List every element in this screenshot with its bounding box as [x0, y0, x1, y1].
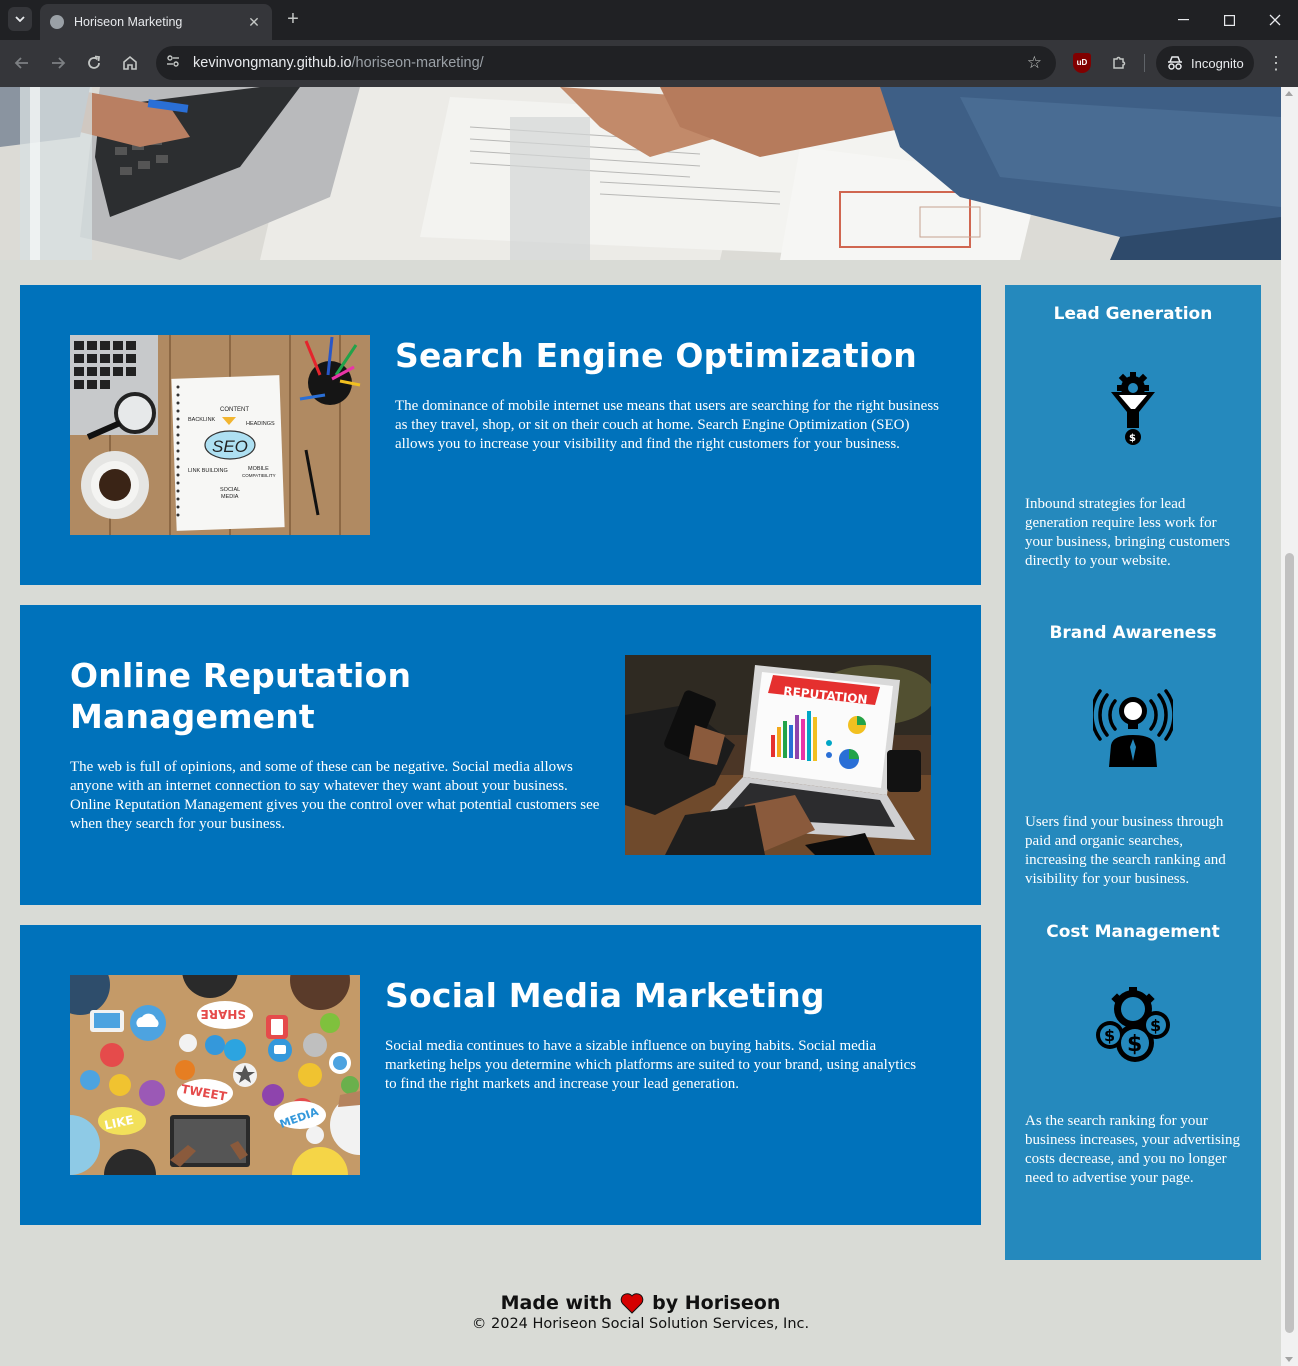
svg-text:$: $	[1129, 433, 1136, 444]
address-bar[interactable]: kevinvongmany.github.io/horiseon-marketi…	[156, 46, 1056, 80]
incognito-icon	[1168, 56, 1182, 70]
benefit-lead-generation-title: Lead Generation	[1053, 304, 1213, 324]
scroll-down-arrow-icon[interactable]	[1285, 1357, 1293, 1362]
seo-image-media-text: MEDIA	[221, 494, 239, 500]
seo-heading: Search Engine Optimization	[395, 336, 917, 375]
toolbar-separator	[1144, 54, 1145, 72]
page-footer: Made with by Horiseon © 2024 Horiseon So…	[0, 1292, 1281, 1332]
brand-awareness-icon	[1093, 689, 1173, 767]
reputation-heading: Online Reputation Management	[70, 656, 412, 736]
seo-image-compat-text: COMPATIBILITY	[242, 473, 276, 478]
seo-description: The dominance of mobile internet use mea…	[395, 398, 939, 452]
new-tab-button[interactable]: +	[282, 8, 304, 30]
cost-management-icon: $ $ $	[1096, 987, 1170, 1062]
svg-text:$: $	[1127, 1032, 1142, 1057]
seo-image-backlink-text: BACKLINK	[188, 417, 216, 423]
hero-image	[0, 87, 1281, 260]
maximize-icon	[1223, 14, 1235, 26]
seo-image-content-text: CONTENT	[220, 407, 249, 413]
browser-toolbar: kevinvongmany.github.io/horiseon-marketi…	[0, 40, 1298, 87]
service-card-seo: CONTENT BACKLINK HEADINGS SEO LINK BUILD…	[20, 285, 981, 585]
home-icon	[123, 55, 137, 70]
footer-made-with: Made with by Horiseon	[0, 1292, 1281, 1314]
incognito-label: Incognito	[1191, 55, 1244, 71]
footer-copyright: © 2024 Horiseon Social Solution Services…	[471, 1316, 810, 1332]
maximize-button[interactable]	[1206, 6, 1252, 34]
seo-image: CONTENT BACKLINK HEADINGS SEO LINK BUILD…	[70, 335, 370, 535]
benefit-lead-generation-text: Inbound strategies for lead generation r…	[1025, 496, 1230, 569]
bookmark-star-icon[interactable]: ☆	[1027, 53, 1042, 73]
site-info-button[interactable]	[164, 54, 182, 72]
reload-button[interactable]	[82, 51, 106, 75]
reputation-image: REPUTATION	[625, 655, 931, 855]
tab-strip: Horiseon Marketing ✕ +	[0, 0, 1298, 40]
benefit-cost-management-text: As the search ranking for your business …	[1025, 1113, 1240, 1186]
home-button[interactable]	[118, 51, 142, 75]
seo-image-social-text: SOCIAL	[220, 487, 240, 493]
seo-image-linkbuilding-text: LINK BUILDING	[188, 468, 228, 474]
tab-search-button[interactable]	[8, 7, 32, 31]
minimize-icon	[1177, 19, 1189, 21]
close-window-button[interactable]	[1252, 6, 1298, 34]
back-button[interactable]	[10, 51, 34, 75]
globe-icon	[50, 15, 64, 29]
benefit-brand-awareness-title: Brand Awareness	[1049, 623, 1217, 643]
tab-horiseon-marketing[interactable]: Horiseon Marketing ✕	[40, 4, 272, 40]
footer-made-with-text: Made with	[500, 1292, 613, 1314]
svg-text:$: $	[1104, 1026, 1115, 1045]
social-media-heading: Social Media Marketing	[385, 976, 825, 1015]
url-host: kevinvongmany.github.io	[193, 55, 352, 71]
benefit-cost-management-title: Cost Management	[1046, 922, 1220, 942]
close-icon	[1269, 14, 1281, 26]
reputation-description: The web is full of opinions, and some of…	[70, 759, 600, 832]
svg-text:$: $	[1150, 1016, 1161, 1035]
arrow-right-icon	[52, 57, 66, 69]
chevron-down-icon	[15, 16, 25, 22]
service-card-reputation: Online Reputation Management The web is …	[20, 605, 981, 905]
seo-image-headings-text: HEADINGS	[246, 421, 275, 427]
minimize-button[interactable]	[1160, 6, 1206, 34]
forward-button[interactable]	[46, 51, 70, 75]
tune-icon	[167, 55, 179, 67]
heart-icon	[620, 1293, 644, 1314]
extensions-puzzle-icon[interactable]	[1108, 52, 1130, 74]
benefits-sidebar: Lead Generation $ Inbound strategies for…	[1005, 285, 1261, 1260]
page-viewport: CONTENT BACKLINK HEADINGS SEO LINK BUILD…	[0, 87, 1281, 1366]
social-media-image: SHARE TWEET LIKE MEDIA	[70, 975, 360, 1175]
arrow-left-icon	[14, 57, 28, 69]
tab-title: Horiseon Marketing	[74, 15, 183, 29]
footer-by-text: by Horiseon	[652, 1292, 781, 1314]
reload-icon	[88, 55, 101, 69]
ublock-extension-icon[interactable]: uD	[1073, 53, 1091, 73]
seo-image-seo-text: SEO	[212, 437, 248, 456]
benefit-brand-awareness-text: Users find your business through paid an…	[1025, 814, 1226, 887]
more-menu-icon[interactable]: ⋮	[1266, 52, 1286, 74]
url-path: /horiseon-marketing/	[351, 55, 484, 71]
service-card-social-media: SHARE TWEET LIKE MEDIA Social Media Mark…	[20, 925, 981, 1225]
seo-image-mobile-text: MOBILE	[248, 466, 269, 472]
scroll-up-arrow-icon[interactable]	[1285, 91, 1293, 96]
social-media-description: Social media continues to have a sizable…	[385, 1038, 917, 1092]
url-text: kevinvongmany.github.io/horiseon-marketi…	[193, 55, 484, 71]
social-image-share-text: SHARE	[201, 1007, 246, 1021]
scrollbar-thumb[interactable]	[1285, 553, 1294, 1333]
incognito-indicator[interactable]: Incognito	[1156, 46, 1254, 80]
close-icon[interactable]: ✕	[246, 14, 262, 31]
vertical-scrollbar[interactable]	[1281, 87, 1298, 1366]
lead-generation-icon: $	[1111, 372, 1155, 445]
